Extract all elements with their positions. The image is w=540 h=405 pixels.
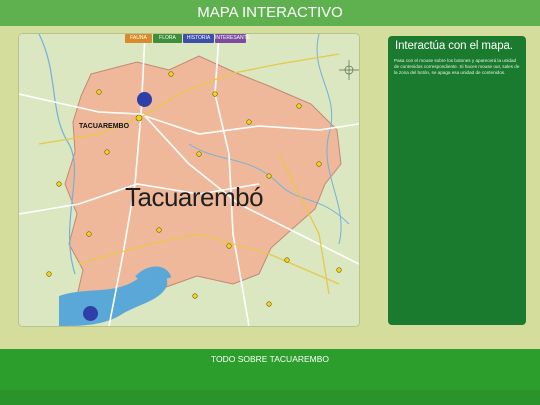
category-tabs: FAUNA FLORA HISTORIA INTERESANTE	[125, 34, 250, 44]
info-title: Interactúa con el mapa.	[395, 40, 513, 52]
city-label: TACUAREMBO	[79, 123, 130, 130]
tab-interesante[interactable]: INTERESANTE	[215, 34, 250, 43]
footer-strip	[0, 390, 540, 405]
map-hotspot-south[interactable]	[83, 306, 98, 321]
info-text: Pasa con el mouse sobre los botones y ap…	[394, 58, 520, 75]
page-title: MAPA INTERACTIVO	[197, 4, 343, 21]
app-header: MAPA INTERACTIVO	[0, 0, 540, 26]
footer-bar: TODO SOBRE TACUAREMBO	[0, 349, 540, 405]
map-graphic	[19, 34, 359, 326]
tab-flora[interactable]: FLORA	[153, 34, 182, 43]
tab-fauna[interactable]: FAUNA	[125, 34, 152, 43]
tab-historia[interactable]: HISTORIA	[183, 34, 214, 43]
info-panel: Interactúa con el mapa. Pasa con el mous…	[388, 36, 526, 325]
interactive-map[interactable]: FAUNA FLORA HISTORIA INTERESANTE Tacuare…	[19, 34, 359, 326]
map-hotspot-north[interactable]	[137, 92, 152, 107]
main-stage: FAUNA FLORA HISTORIA INTERESANTE Tacuare…	[0, 26, 540, 349]
footer-title: TODO SOBRE TACUAREMBO	[210, 354, 330, 364]
department-label: Tacuarembó	[125, 182, 264, 212]
